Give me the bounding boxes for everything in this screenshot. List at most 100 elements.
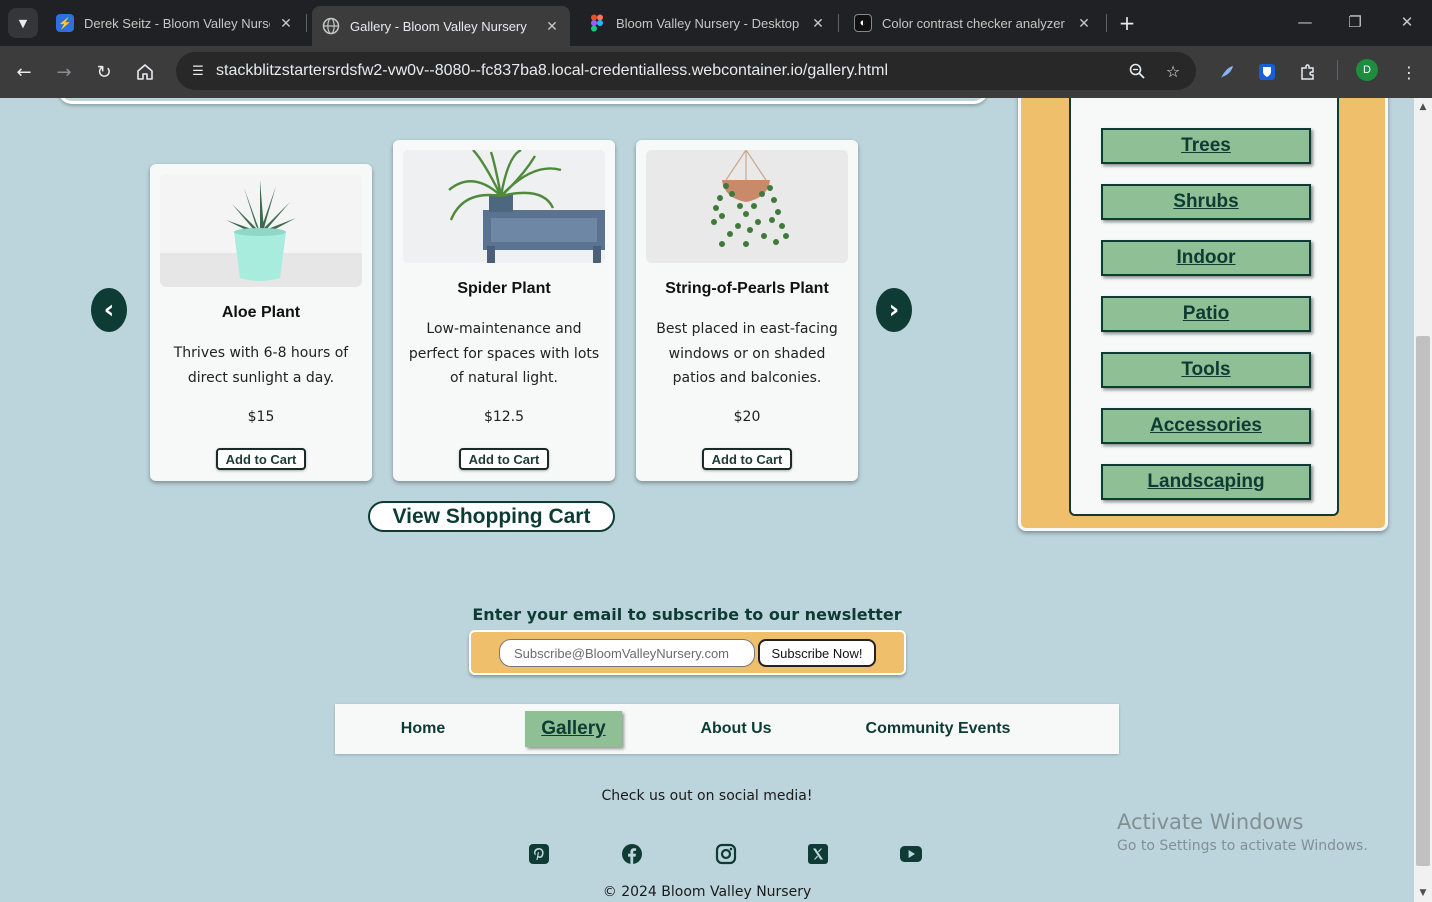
zoom-icon[interactable] <box>1124 58 1150 84</box>
address-bar[interactable]: ☰ stackblitzstartersrdsfw2-vw0v--8080--f… <box>176 52 1196 90</box>
youtube-icon[interactable] <box>899 842 923 866</box>
profile-avatar[interactable]: D <box>1356 59 1378 81</box>
category-landscaping[interactable]: Landscaping <box>1101 464 1311 500</box>
close-icon[interactable]: ✕ <box>1076 15 1092 32</box>
product-card-string-of-pearls: String-of-Pearls Plant Best placed in ea… <box>636 140 858 481</box>
footer-nav-community-events[interactable]: Community Events <box>847 704 1029 754</box>
add-to-cart-button[interactable]: Add to Cart <box>702 448 792 470</box>
close-icon: ✕ <box>1400 13 1414 31</box>
tab-strip: ▼ ⚡ Derek Seitz - Bloom Valley Nursery ✕… <box>0 0 1432 46</box>
footer-nav-gallery[interactable]: Gallery <box>525 711 622 747</box>
watermark-line-1: Activate Windows <box>1117 810 1304 834</box>
plus-icon: + <box>1118 11 1136 35</box>
add-to-cart-button[interactable]: Add to Cart <box>459 448 549 470</box>
product-description: Best placed in east-facing windows or on… <box>656 321 838 386</box>
product-price: $12.5 <box>483 409 525 425</box>
category-list: Trees Shrubs Indoor Patio Tools Accessor… <box>1069 98 1339 516</box>
bolt-icon: ⚡ <box>56 14 74 32</box>
tab-title: Derek Seitz - Bloom Valley Nursery <box>84 15 270 31</box>
watermark-line-2: Go to Settings to activate Windows. <box>1117 838 1368 854</box>
view-shopping-cart-button[interactable]: View Shopping Cart <box>368 501 615 532</box>
site-settings-icon[interactable]: ☰ <box>188 61 208 81</box>
tab-separator <box>306 14 307 32</box>
globe-icon <box>322 17 340 35</box>
page-viewport: ‹ › Aloe Plant Thrives with 6-8 hours of… <box>0 98 1414 902</box>
category-indoor[interactable]: Indoor <box>1101 240 1311 276</box>
footer-nav-home[interactable]: Home <box>375 704 471 754</box>
subscribe-button[interactable]: Subscribe Now! <box>758 639 876 667</box>
extension-feather-icon[interactable] <box>1214 59 1240 85</box>
gallery-frame-edge <box>58 98 988 104</box>
new-tab-button[interactable]: + <box>1114 10 1140 36</box>
product-price: $15 <box>247 409 275 425</box>
restore-button[interactable]: ❐ <box>1340 10 1370 34</box>
instagram-icon[interactable] <box>714 842 738 866</box>
arrow-right-icon: → <box>56 61 72 83</box>
pinterest-icon[interactable] <box>527 842 551 866</box>
category-tools[interactable]: Tools <box>1101 352 1311 388</box>
add-to-cart-button[interactable]: Add to Cart <box>216 448 306 470</box>
activate-windows-watermark: Activate Windows Go to Settings to activ… <box>1117 810 1368 854</box>
footer-nav: Home Gallery About Us Community Events <box>335 704 1119 754</box>
category-patio[interactable]: Patio <box>1101 296 1311 332</box>
home-button[interactable] <box>131 58 159 86</box>
chevron-right-icon: › <box>888 295 900 325</box>
forward-button[interactable]: → <box>50 58 78 86</box>
product-name: Aloe Plant <box>221 304 301 321</box>
bookmark-star-icon[interactable]: ☆ <box>1160 58 1186 84</box>
product-price: $20 <box>733 409 761 425</box>
newsletter-form: Subscribe Now! <box>469 630 906 675</box>
toolbar-divider <box>1337 60 1338 80</box>
reload-button[interactable]: ↻ <box>90 58 118 86</box>
tab-contrast-checker[interactable]: ◐ Color contrast checker analyzer ✕ <box>844 6 1102 40</box>
social-media-text: Check us out on social media! <box>601 788 813 804</box>
product-card-spider: Spider Plant Low-maintenance and perfect… <box>393 140 615 481</box>
scroll-down-icon[interactable]: ▼ <box>1414 886 1432 900</box>
tab-derek-seitz[interactable]: ⚡ Derek Seitz - Bloom Valley Nursery ✕ <box>46 6 304 40</box>
product-name: Spider Plant <box>457 280 551 297</box>
tab-search-button[interactable]: ▼ <box>8 8 38 38</box>
newsletter-email-input[interactable] <box>499 639 755 667</box>
back-button[interactable]: ← <box>10 58 38 86</box>
figma-icon <box>588 14 606 32</box>
category-accessories[interactable]: Accessories <box>1101 408 1311 444</box>
tab-title: Gallery - Bloom Valley Nursery <box>350 18 527 34</box>
x-icon[interactable] <box>806 842 830 866</box>
close-icon[interactable]: ✕ <box>810 15 826 32</box>
product-image-spider <box>403 150 605 263</box>
arrow-left-icon: ← <box>16 61 32 83</box>
category-trees[interactable]: Trees <box>1101 128 1311 164</box>
product-description: Thrives with 6-8 hours of direct sunligh… <box>173 345 349 386</box>
home-icon <box>137 64 153 80</box>
tab-separator <box>1106 14 1107 32</box>
close-icon[interactable]: ✕ <box>278 15 294 32</box>
scroll-up-icon[interactable]: ▲ <box>1414 100 1432 114</box>
scrollbar-thumb[interactable] <box>1416 336 1430 866</box>
tab-separator <box>838 14 839 32</box>
category-shrubs[interactable]: Shrubs <box>1101 184 1311 220</box>
minimize-button[interactable]: — <box>1290 10 1320 34</box>
url-text[interactable]: stackblitzstartersrdsfw2-vw0v--8080--fc8… <box>216 62 1124 80</box>
chevron-down-icon: ▼ <box>18 16 28 30</box>
carousel-next-button[interactable]: › <box>876 288 912 332</box>
reload-icon: ↻ <box>96 61 112 83</box>
product-card-aloe: Aloe Plant Thrives with 6-8 hours of dir… <box>150 164 372 481</box>
category-sidebar: Trees Shrubs Indoor Patio Tools Accessor… <box>1018 98 1388 531</box>
restore-icon: ❐ <box>1348 13 1362 31</box>
browser-menu-icon[interactable]: ⋮ <box>1396 59 1422 85</box>
product-description: Low-maintenance and perfect for spaces w… <box>408 321 600 386</box>
product-image-string-of-pearls <box>646 150 848 263</box>
facebook-icon[interactable] <box>620 842 644 866</box>
extensions-puzzle-icon[interactable] <box>1295 59 1321 85</box>
tab-figma[interactable]: Bloom Valley Nursery - Desktop ✕ <box>578 6 836 40</box>
chevron-left-icon: ‹ <box>103 295 115 325</box>
carousel-prev-button[interactable]: ‹ <box>91 288 127 332</box>
footer-nav-about-us[interactable]: About Us <box>680 704 792 754</box>
close-icon[interactable]: ✕ <box>544 18 560 35</box>
minimize-icon: — <box>1297 13 1313 31</box>
copyright-text: © 2024 Bloom Valley Nursery <box>602 884 812 900</box>
bitwarden-shield-icon[interactable] <box>1254 59 1280 85</box>
close-window-button[interactable]: ✕ <box>1392 10 1422 34</box>
tab-gallery[interactable]: Gallery - Bloom Valley Nursery ✕ <box>312 6 570 46</box>
page-scrollbar[interactable]: ▲ ▼ <box>1414 98 1432 902</box>
